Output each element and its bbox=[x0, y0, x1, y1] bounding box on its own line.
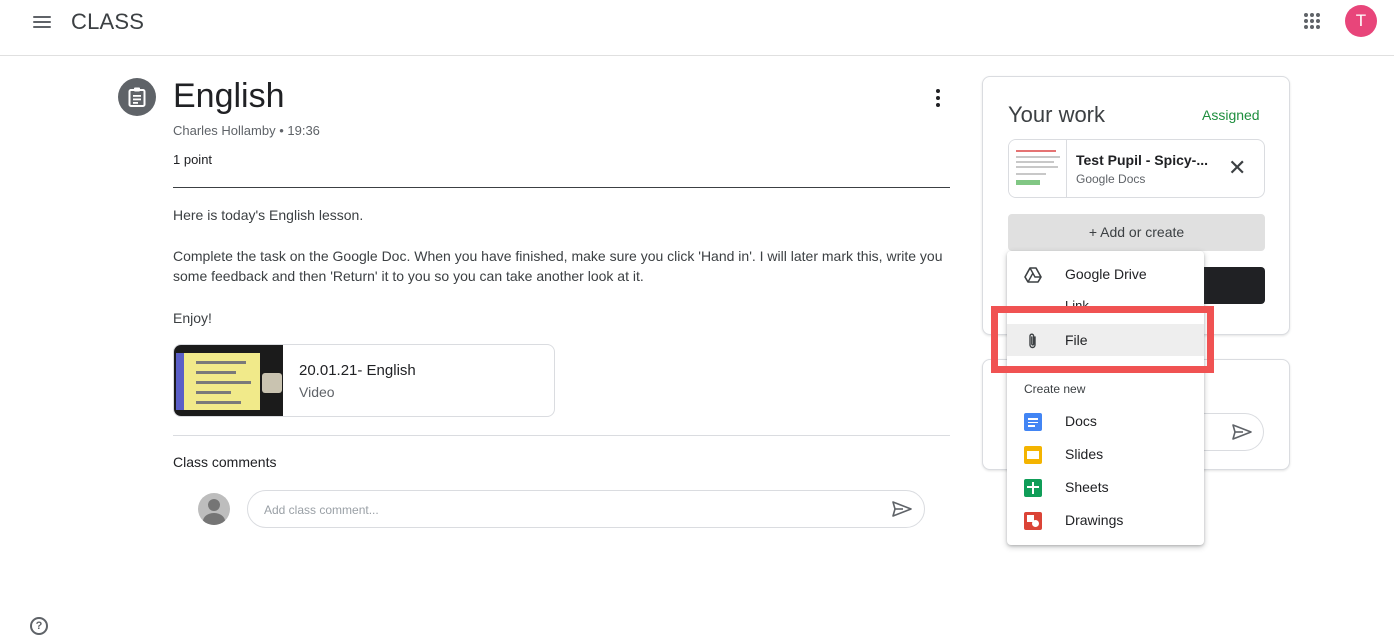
google-drawings-icon bbox=[1024, 512, 1042, 530]
file-name: Test Pupil - Spicy-... bbox=[1076, 152, 1208, 168]
user-avatar bbox=[198, 493, 230, 525]
remove-file-icon[interactable]: ✕ bbox=[1228, 157, 1246, 179]
menu-item-drawings[interactable]: Drawings bbox=[1007, 504, 1204, 536]
help-circle-icon[interactable]: ? bbox=[30, 617, 48, 635]
send-icon[interactable] bbox=[891, 500, 913, 518]
class-comments-label: Class comments bbox=[173, 454, 277, 470]
description-line-1: Here is today's English lesson. bbox=[173, 207, 364, 223]
comments-divider bbox=[173, 435, 950, 436]
attachment-title: 20.01.21- English bbox=[299, 362, 416, 379]
file-type: Google Docs bbox=[1076, 172, 1146, 186]
hamburger-menu-icon[interactable] bbox=[33, 13, 51, 31]
assignment-points: 1 point bbox=[173, 152, 213, 167]
mark-as-done-button[interactable] bbox=[1195, 267, 1265, 304]
menu-item-label: Slides bbox=[1065, 446, 1104, 462]
video-attachment-card[interactable]: 20.01.21- English Video bbox=[173, 344, 555, 417]
assignment-meta: Charles Hollamby • 19:36 bbox=[173, 123, 320, 138]
attachment-type: Video bbox=[299, 384, 335, 400]
google-sheets-icon bbox=[1024, 479, 1042, 497]
create-new-label: Create new bbox=[1024, 382, 1086, 396]
menu-item-docs[interactable]: Docs bbox=[1007, 405, 1204, 437]
description-line-2: Complete the task on the Google Doc. Whe… bbox=[173, 248, 943, 284]
menu-item-slides[interactable]: Slides bbox=[1007, 438, 1204, 470]
doc-thumbnail bbox=[1009, 140, 1067, 197]
class-comment-input[interactable]: Add class comment... bbox=[247, 490, 925, 528]
attached-file-chip[interactable]: Test Pupil - Spicy-... Google Docs ✕ bbox=[1008, 139, 1265, 198]
menu-item-label: Docs bbox=[1065, 413, 1097, 429]
more-options-icon[interactable] bbox=[930, 89, 946, 107]
assignment-clipboard-icon bbox=[118, 78, 156, 116]
menu-item-sheets[interactable]: Sheets bbox=[1007, 471, 1204, 503]
menu-item-label: Google Drive bbox=[1065, 266, 1147, 282]
description-line-3: Enjoy! bbox=[173, 310, 212, 326]
menu-item-label: Drawings bbox=[1065, 512, 1124, 528]
status-badge: Assigned bbox=[1202, 107, 1260, 123]
menu-item-google-drive[interactable]: Google Drive bbox=[1007, 258, 1204, 290]
google-drive-icon bbox=[1024, 267, 1042, 283]
assignment-title: English bbox=[173, 77, 285, 115]
google-docs-icon bbox=[1024, 413, 1042, 431]
app-title[interactable]: CLASS bbox=[71, 9, 144, 35]
google-apps-grid-icon[interactable] bbox=[1304, 13, 1320, 29]
send-icon[interactable] bbox=[1231, 423, 1253, 441]
google-slides-icon bbox=[1024, 446, 1042, 464]
highlight-box bbox=[991, 306, 1214, 373]
header-divider bbox=[173, 187, 950, 188]
account-avatar[interactable]: T bbox=[1345, 5, 1377, 37]
top-app-bar: CLASS T bbox=[0, 0, 1394, 56]
video-thumbnail bbox=[174, 345, 283, 416]
menu-item-label: Sheets bbox=[1065, 479, 1109, 495]
your-work-title: Your work bbox=[1008, 102, 1106, 127]
add-or-create-button[interactable]: + Add or create bbox=[1008, 214, 1265, 251]
